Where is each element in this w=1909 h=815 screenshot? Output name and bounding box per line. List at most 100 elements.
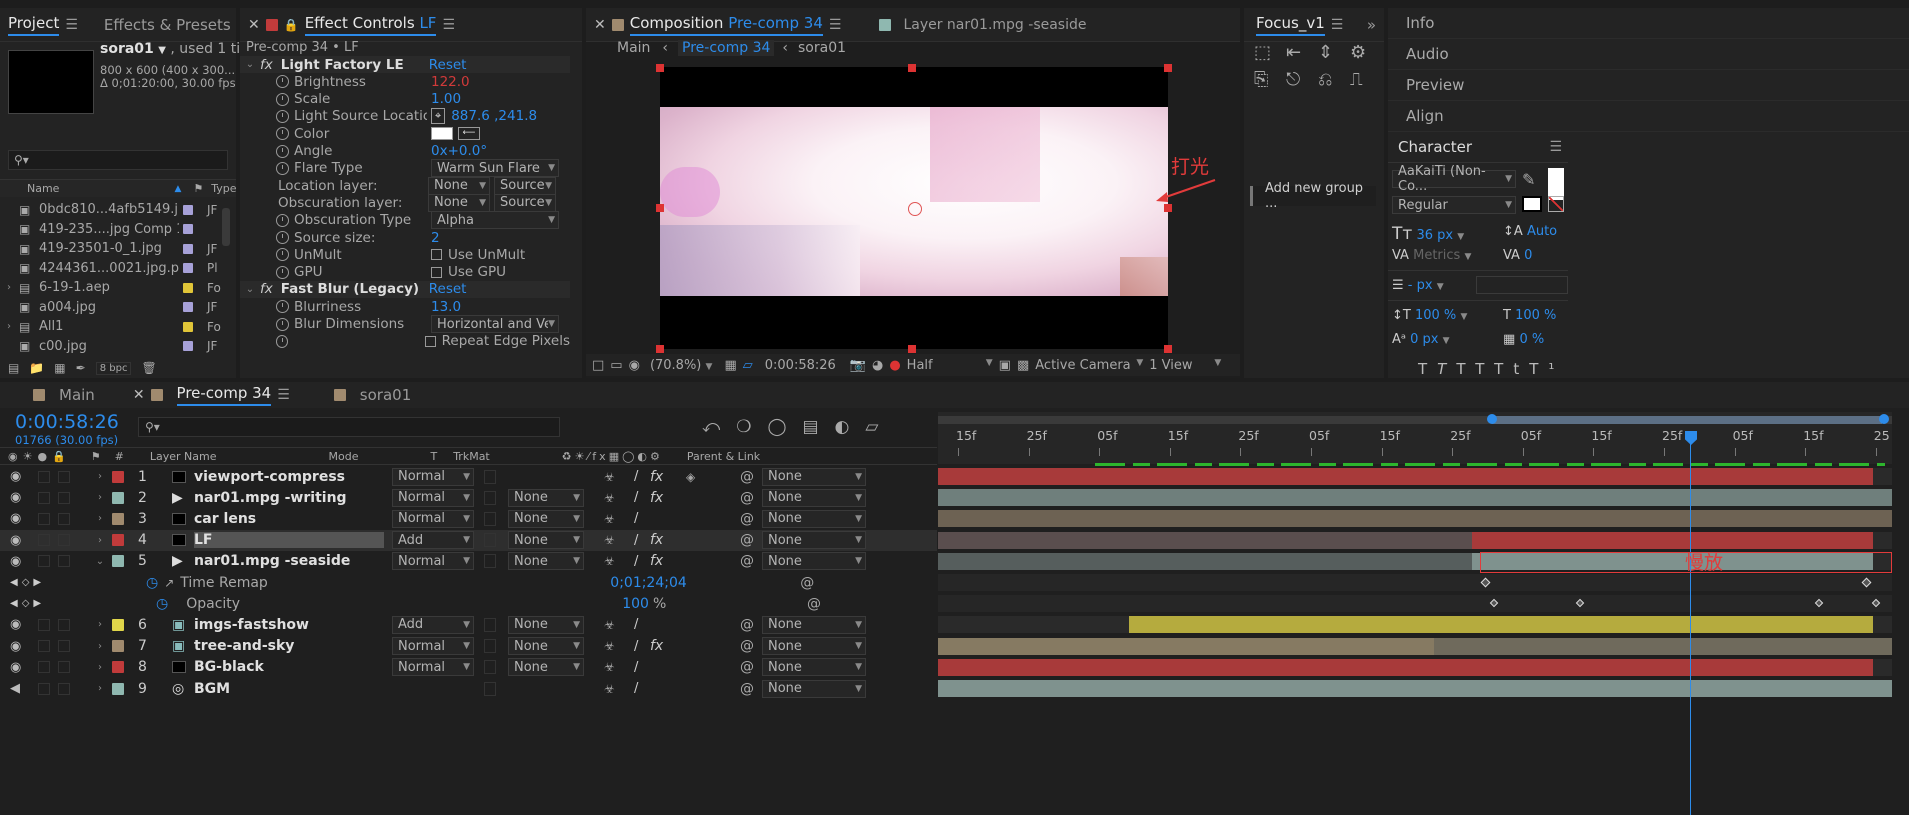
camera-icon[interactable]: 📷 <box>850 358 866 373</box>
label-swatch[interactable] <box>112 640 124 653</box>
col-parent[interactable]: Parent & Link <box>687 450 760 463</box>
channels-icon[interactable]: ● <box>889 358 900 373</box>
transparency-icon[interactable]: ▩ <box>1017 358 1029 373</box>
effect-property-row[interactable]: Obscuration layer: None ▼ Source ▼ <box>240 193 570 212</box>
grid-icon[interactable]: ▦ <box>724 358 736 373</box>
expand-arrow-icon[interactable]: › <box>94 619 106 630</box>
breadcrumb-main[interactable]: Main <box>617 40 650 56</box>
layer-name[interactable]: nar01.mpg -seaside <box>194 553 384 569</box>
keyframe[interactable] <box>1575 598 1585 608</box>
expand-arrow-icon[interactable]: › <box>94 662 106 673</box>
label-swatch[interactable] <box>112 512 124 525</box>
crosshair-icon[interactable]: ⌖ <box>431 108 446 125</box>
col-mode[interactable]: Mode <box>328 450 358 463</box>
parent-select[interactable]: None ▼ <box>762 509 866 528</box>
parent-select[interactable]: None ▼ <box>762 679 866 698</box>
fx-switch-icon[interactable]: fx <box>650 469 666 485</box>
shy-switch-icon[interactable]: ☣ <box>604 491 620 505</box>
eye-icon[interactable]: ◉ <box>10 490 26 505</box>
pickwhip-icon[interactable]: @ <box>740 469 756 485</box>
draft-3d-icon[interactable]: ❍ <box>736 417 751 437</box>
preserve-transparency-box[interactable] <box>484 533 496 548</box>
label-swatch[interactable] <box>183 341 193 351</box>
frame-blend-icon[interactable]: ▤ <box>802 417 818 437</box>
property-value[interactable]: 887.6 ,241.8 <box>451 108 537 124</box>
keyframe-nav-icon[interactable]: ◀◇▶ <box>10 598 50 609</box>
lock-box[interactable] <box>58 682 70 695</box>
resolution-select[interactable]: Half ▼ <box>907 358 993 373</box>
close-icon[interactable]: ✕ <box>594 17 606 33</box>
graph-icon[interactable]: ↗ <box>164 576 174 590</box>
project-item[interactable]: › ▤ All1 Fo <box>0 317 236 336</box>
source-select[interactable]: Source ▼ <box>494 176 556 195</box>
layer-bar[interactable] <box>938 637 1435 655</box>
shy-switch-icon[interactable]: ☣ <box>604 639 620 653</box>
stroke-type-select[interactable] <box>1476 276 1568 294</box>
comp-timecode[interactable]: 0:00:58:26 <box>765 358 836 373</box>
shy-switch-icon[interactable]: ☣ <box>604 533 620 547</box>
shy-icon[interactable]: ◯ <box>767 417 786 437</box>
right-panel-item-info[interactable]: Info <box>1388 8 1909 39</box>
parent-select[interactable]: None ▼ <box>762 615 866 634</box>
property-value[interactable]: 13.0 <box>431 299 461 315</box>
light-source-crosshair-icon[interactable] <box>908 202 922 216</box>
effect-property-row[interactable]: Blur Dimensions Horizontal and Vertic▼ <box>240 315 570 333</box>
trkmat-select[interactable]: None ▼ <box>508 615 584 634</box>
split-tool-icon[interactable]: ⎋ <box>1286 69 1316 90</box>
horizontal-scale-field[interactable]: T 100 % <box>1503 308 1556 323</box>
work-area-end-handle[interactable] <box>1879 414 1889 424</box>
eye-icon[interactable]: ◉ <box>10 554 26 569</box>
trkmat-select[interactable]: None ▼ <box>508 531 584 550</box>
close-icon[interactable]: ✕ <box>133 387 145 403</box>
preserve-transparency-box[interactable] <box>484 639 496 654</box>
effect-property-row[interactable]: Scale 1.00 <box>240 91 570 108</box>
expand-arrow-icon[interactable]: › <box>94 641 106 652</box>
interpret-footage-icon[interactable]: ▤ <box>8 361 19 375</box>
stopwatch-icon[interactable] <box>276 265 289 279</box>
shy-switch-icon[interactable]: ☣ <box>604 682 620 696</box>
solo-box[interactable] <box>38 512 50 525</box>
expression-pickwhip-icon[interactable]: @ <box>800 575 814 591</box>
timeline-layer-row[interactable]: ◉ › 7 ▣ tree-and-sky Normal ▼ None ▼ ☣ / fx @ None ▼ <box>0 636 937 657</box>
blend-mode-select[interactable]: Normal ▼ <box>392 637 474 656</box>
lock-box[interactable] <box>58 470 70 483</box>
blend-mode-select[interactable]: Normal ▼ <box>392 509 474 528</box>
tab-effects-presets[interactable]: Effects & Presets <box>96 16 239 34</box>
brush-icon[interactable]: ✒ <box>76 361 86 375</box>
solo-box[interactable] <box>38 661 50 674</box>
pickwhip-icon[interactable]: @ <box>740 490 756 506</box>
timeline-layer-row[interactable]: ◉ › 6 ▣ imgs-fastshow Add ▼ None ▼ ☣ / @ None ▼ <box>0 614 937 635</box>
select-tool-icon[interactable]: ⬚ <box>1254 42 1284 63</box>
fx-switch-icon[interactable]: fx <box>650 490 666 506</box>
lock-icon[interactable]: 🔒 <box>284 18 299 32</box>
tsume-field[interactable]: ▦ 0 % <box>1503 332 1544 347</box>
layer-select[interactable]: None ▼ <box>428 176 490 195</box>
project-item[interactable]: ▣ 419-23501-0_1.jpg JF <box>0 239 236 258</box>
quality-switch-icon[interactable]: / <box>634 660 646 675</box>
shy-switch-icon[interactable]: ☣ <box>604 470 620 484</box>
layer-bar[interactable] <box>938 468 1873 485</box>
stopwatch-icon[interactable]: ◷ <box>146 575 158 591</box>
quality-switch-icon[interactable]: / <box>634 681 646 696</box>
frame-handle[interactable] <box>656 345 664 353</box>
shy-switch-icon[interactable]: ☣ <box>604 554 620 568</box>
work-area-range[interactable] <box>1492 416 1882 424</box>
color-swatch[interactable] <box>431 127 453 141</box>
expression-pickwhip-icon[interactable]: @ <box>807 596 821 612</box>
tab-composition[interactable]: ✕ Composition Pre-comp 34 ☰ <box>586 14 849 36</box>
effect-property-row[interactable]: Flare Type Warm Sun Flare ▼ <box>240 159 570 178</box>
zoom-select[interactable]: (70.8%) ▼ <box>650 358 713 373</box>
layer-name[interactable]: BGM <box>194 681 384 697</box>
eyedropper-icon[interactable]: ⟵ <box>458 127 480 141</box>
region-icon[interactable]: ▣ <box>999 358 1011 373</box>
layer-name[interactable]: imgs-fastshow <box>194 617 384 633</box>
right-panel-item-preview[interactable]: Preview <box>1388 70 1909 101</box>
frame-handle[interactable] <box>1164 345 1172 353</box>
breadcrumb-sora01[interactable]: sora01 <box>798 40 846 56</box>
stopwatch-icon[interactable] <box>276 317 289 331</box>
faux-italic-icon[interactable]: T <box>1437 360 1456 378</box>
scrollbar[interactable] <box>222 208 230 246</box>
trim-tool-icon[interactable]: ⎌ <box>1318 69 1348 90</box>
label-swatch[interactable] <box>112 618 124 631</box>
comp-name[interactable]: sora01 <box>100 41 154 57</box>
